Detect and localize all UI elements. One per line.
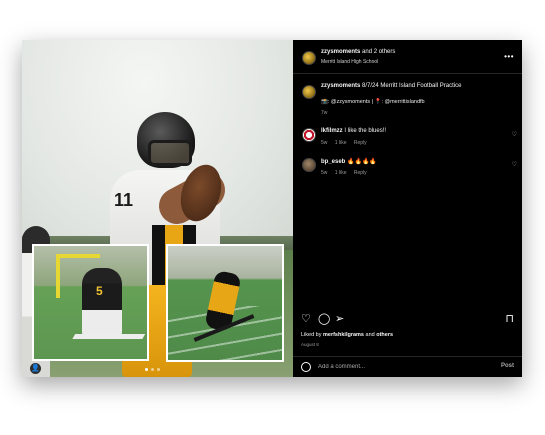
comment-heart-icon[interactable]: ♡ (512, 161, 517, 168)
comment: lkfilmzz I like the blues!! (321, 128, 386, 134)
caption-text: 8/7/24 Merritt Island Football Practice (360, 83, 462, 89)
comment-avatar[interactable] (302, 128, 316, 142)
comment-text: 🔥🔥🔥🔥 (345, 159, 377, 165)
comment-input[interactable] (318, 361, 478, 373)
photo-player-facemask (148, 140, 192, 166)
inset-photo-left: 5 (32, 244, 149, 361)
post-date: August 8 (301, 342, 319, 347)
post-modal: 11 5 👤 zzysmoments and 2 others Merritt … (22, 40, 522, 377)
comment-avatar[interactable] (302, 158, 316, 172)
caption: zzysmoments 8/7/24 Merritt Island Footba… (321, 83, 461, 89)
comment-icon[interactable]: ◯ (318, 312, 330, 325)
carousel-dot (151, 368, 154, 371)
reply-link[interactable]: Reply (354, 170, 367, 176)
caption-time: 7w (321, 110, 328, 116)
post-button[interactable]: Post (501, 363, 514, 369)
reply-link[interactable]: Reply (354, 140, 367, 146)
comment-likes[interactable]: 1 like (335, 140, 347, 146)
collaborators-text[interactable]: and 2 others (360, 49, 395, 55)
author-avatar[interactable] (302, 51, 316, 65)
post-details-panel: zzysmoments and 2 others Merritt Island … (293, 40, 522, 377)
comment: bp_eseb 🔥🔥🔥🔥 (321, 158, 377, 165)
comment-time: 5w (321, 140, 328, 146)
emoji-icon[interactable] (301, 362, 311, 372)
comment-username[interactable]: lkfilmzz (321, 128, 343, 134)
caption-username[interactable]: zzysmoments (321, 83, 360, 89)
comment-meta: 5w 1 like Reply (321, 140, 373, 146)
liked-by: Liked by merfshkilgrams and others (301, 332, 393, 338)
post-media[interactable]: 11 5 👤 (22, 40, 293, 377)
comment-meta: 5w 1 like Reply (321, 170, 373, 176)
post-location[interactable]: Merritt Island High School (321, 59, 378, 65)
comment-likes[interactable]: 1 like (335, 170, 347, 176)
bookmark-icon[interactable]: ⊓ (505, 312, 514, 325)
inset-player (82, 268, 122, 338)
liked-suffix: and (363, 332, 377, 338)
inset-jersey-number: 5 (96, 284, 103, 298)
comment-username[interactable]: bp_eseb (321, 159, 345, 165)
comment-bar: Post (293, 356, 522, 377)
goalpost-bar (56, 254, 100, 258)
jersey-number: 11 (114, 190, 134, 210)
inset-player-legs (64, 334, 146, 352)
carousel-dot-active (145, 368, 148, 371)
comment-text: I like the blues!! (342, 128, 387, 134)
user-tag-icon[interactable]: 👤 (30, 363, 41, 374)
comment-time: 5w (321, 170, 328, 176)
share-send-icon[interactable]: ➢ (335, 312, 344, 325)
action-bar: ♡ ◯ ➢ ⊓ (293, 312, 522, 330)
carousel-dot (157, 368, 160, 371)
like-heart-icon[interactable]: ♡ (301, 312, 311, 325)
author-username[interactable]: zzysmoments (321, 49, 360, 55)
caption-credits: 📸: @zzysmoments | 📍: @merrittislandfb (321, 99, 425, 105)
more-horizontal-icon[interactable]: ••• (504, 52, 514, 61)
inset-photo-right (166, 244, 284, 362)
liked-others[interactable]: others (376, 332, 393, 338)
liked-user[interactable]: merfshkilgrams (323, 332, 364, 338)
comment-heart-icon[interactable]: ♡ (512, 131, 517, 138)
carousel-dots (145, 368, 160, 371)
caption-avatar[interactable] (302, 85, 316, 99)
goalpost (56, 254, 60, 298)
author-line[interactable]: zzysmoments and 2 others (321, 49, 395, 55)
post-header: zzysmoments and 2 others Merritt Island … (293, 40, 522, 74)
liked-prefix: Liked by (301, 332, 324, 338)
